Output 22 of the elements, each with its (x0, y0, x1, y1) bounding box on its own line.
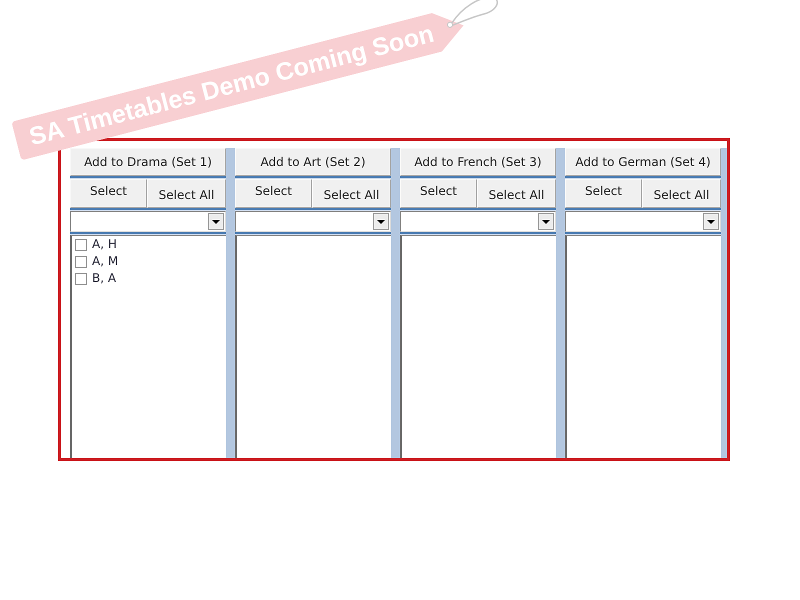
add-button[interactable]: Add to Art (Set 2) (235, 148, 391, 176)
select-all-button[interactable]: Select All (477, 179, 556, 208)
list-item-label[interactable]: B, A (92, 272, 116, 285)
select-button[interactable]: Select (70, 179, 147, 208)
add-button[interactable]: Add to Drama (Set 1) (70, 148, 226, 176)
dropdown-field[interactable] (70, 211, 226, 232)
select-all-button[interactable]: Select All (312, 179, 391, 208)
add-button[interactable]: Add to German (Set 4) (565, 148, 721, 176)
checkbox-icon[interactable] (75, 272, 87, 284)
list-item-label[interactable]: A, H (92, 238, 117, 251)
dropdown-field[interactable] (565, 211, 721, 232)
select-button[interactable]: Select (400, 179, 477, 208)
dropdown-field[interactable] (235, 211, 391, 232)
dropdown-field[interactable] (400, 211, 556, 232)
select-all-button[interactable]: Select All (147, 179, 226, 208)
list-item-label[interactable]: A, M (92, 255, 118, 268)
add-button[interactable]: Add to French (Set 3) (400, 148, 556, 176)
select-button[interactable]: Select (565, 179, 642, 208)
select-button[interactable]: Select (235, 179, 312, 208)
checkbox-icon[interactable] (75, 256, 87, 268)
checkbox-icon[interactable] (75, 238, 87, 250)
select-all-button[interactable]: Select All (642, 179, 721, 208)
